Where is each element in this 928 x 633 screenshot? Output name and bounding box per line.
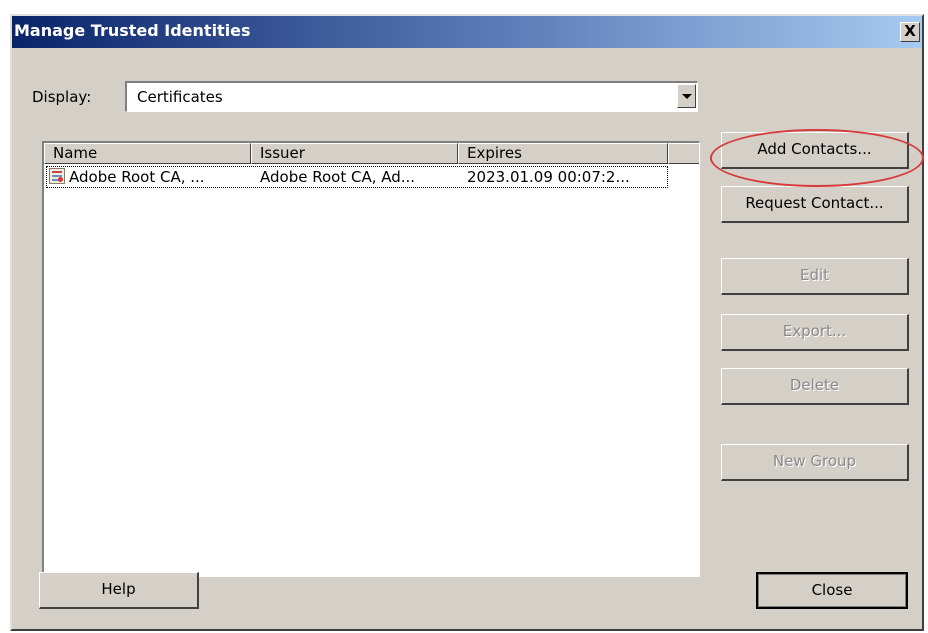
column-header-name[interactable]: Name <box>44 143 251 164</box>
row-name: Adobe Root CA, ... <box>69 168 205 186</box>
row-issuer: Adobe Root CA, Ad... <box>260 168 416 186</box>
manage-trusted-identities-dialog: Manage Trusted Identities X Display: Cer… <box>10 14 924 631</box>
certificate-icon <box>49 168 65 184</box>
export-button[interactable]: Export... <box>721 314 909 351</box>
request-contact-button[interactable]: Request Contact... <box>721 186 909 223</box>
close-icon[interactable]: X <box>900 22 920 42</box>
display-label: Display: <box>32 88 92 106</box>
display-selected-value: Certificates <box>137 88 223 106</box>
display-dropdown[interactable]: Certificates <box>125 81 698 112</box>
edit-button[interactable]: Edit <box>721 258 909 295</box>
add-contacts-button[interactable]: Add Contacts... <box>721 132 909 169</box>
new-group-button[interactable]: New Group <box>721 444 909 481</box>
row-expires: 2023.01.09 00:07:2... <box>467 168 630 186</box>
identities-list[interactable]: Name Issuer Expires Adobe Root CA, ... A… <box>42 141 700 577</box>
title-bar[interactable]: Manage Trusted Identities X <box>12 16 922 48</box>
list-header: Name Issuer Expires <box>44 143 699 164</box>
delete-button[interactable]: Delete <box>721 368 909 405</box>
list-item[interactable]: Adobe Root CA, ... Adobe Root CA, Ad... … <box>46 166 668 188</box>
column-header-issuer[interactable]: Issuer <box>251 143 458 164</box>
chevron-down-icon[interactable] <box>677 84 696 108</box>
close-button[interactable]: Close <box>756 572 908 609</box>
help-button[interactable]: Help <box>39 572 199 609</box>
column-header-filler <box>668 143 699 164</box>
column-header-expires[interactable]: Expires <box>458 143 668 164</box>
dialog-title: Manage Trusted Identities <box>14 21 251 40</box>
